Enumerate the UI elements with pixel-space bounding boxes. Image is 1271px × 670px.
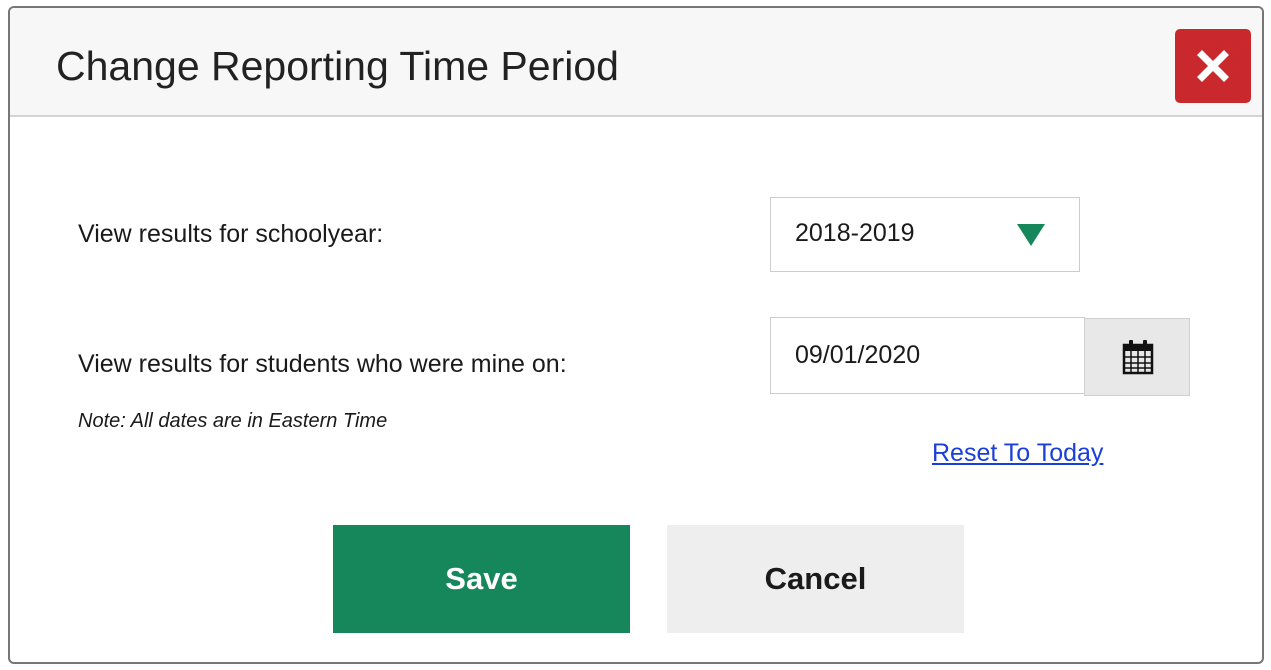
schoolyear-label: View results for schoolyear: — [78, 220, 384, 248]
chevron-down-icon — [1017, 224, 1045, 246]
close-x-icon — [1197, 50, 1229, 82]
dialog-header: Change Reporting Time Period — [10, 8, 1262, 117]
date-label: View results for students who were mine … — [78, 350, 567, 378]
change-reporting-time-period-dialog: Change Reporting Time Period View result… — [8, 6, 1264, 664]
schoolyear-select-value: 2018-2019 — [795, 219, 915, 247]
save-button[interactable]: Save — [333, 525, 630, 633]
calendar-button[interactable] — [1084, 318, 1190, 396]
calendar-icon — [1122, 340, 1154, 375]
timezone-note: Note: All dates are in Eastern Time — [78, 410, 388, 432]
close-button[interactable] — [1175, 29, 1251, 103]
dialog-title: Change Reporting Time Period — [56, 43, 619, 89]
reset-to-today-link[interactable]: Reset To Today — [932, 441, 1103, 466]
cancel-button[interactable]: Cancel — [667, 525, 964, 633]
date-input[interactable] — [770, 317, 1085, 394]
schoolyear-select[interactable]: 2018-2019 — [770, 197, 1080, 272]
